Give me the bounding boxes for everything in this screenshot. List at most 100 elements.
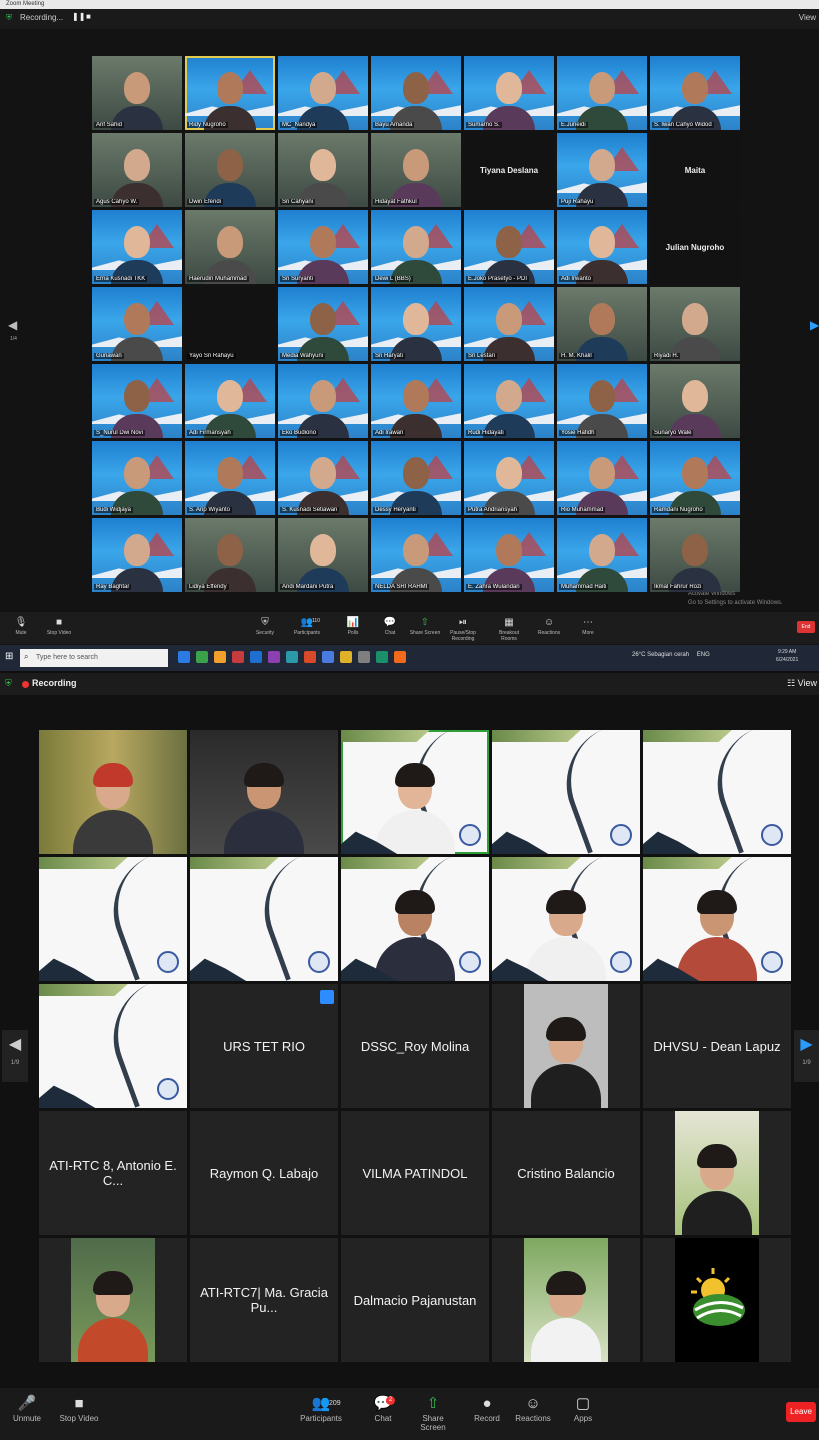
taskbar-app-icon[interactable]: [196, 651, 208, 663]
taskbar-app-icon[interactable]: [178, 651, 190, 663]
toolbar-chat-button[interactable]: 💬 Chat 2: [360, 1394, 406, 1423]
participant-tile[interactable]: Sri Suryanti: [278, 210, 368, 284]
toolbar-stop-video-button[interactable]: ■ Stop Video: [42, 616, 76, 636]
toolbar-participants-button[interactable]: 👥 Participants 209: [298, 1394, 344, 1423]
participant-tile[interactable]: Bayu Amanda: [371, 56, 461, 130]
participant-tile[interactable]: Agus Cahyo W.: [92, 133, 182, 207]
toolbar-apps-button[interactable]: ▢ Apps: [560, 1394, 606, 1423]
participant-tile[interactable]: URS TET RIO: [190, 984, 338, 1108]
participant-tile[interactable]: ATI-RTC7| Ma. Gracia Pu...: [190, 1238, 338, 1362]
participant-tile[interactable]: Gunawan: [92, 287, 182, 361]
participant-tile[interactable]: Sumarno S.: [464, 56, 554, 130]
toolbar-security-button[interactable]: ⛨ Security: [248, 616, 282, 636]
participant-tile[interactable]: Sunaryo Wale: [650, 364, 740, 438]
windows-start-icon[interactable]: ⊞: [5, 651, 13, 662]
participant-tile[interactable]: S. Kusnadi Setiawan: [278, 441, 368, 515]
participant-tile[interactable]: VILMA PATINDOL: [341, 1111, 489, 1235]
participant-tile[interactable]: Rudi Hidayati: [464, 364, 554, 438]
participant-tile[interactable]: Ramdani Nugroho: [650, 441, 740, 515]
participant-tile[interactable]: Julian Nugroho: [650, 210, 740, 284]
participant-tile[interactable]: Lidiya Effendy: [185, 518, 275, 592]
participant-tile[interactable]: ATI-RTC 8, Antonio E. C...: [39, 1111, 187, 1235]
participant-tile[interactable]: Dewi L (BBS): [371, 210, 461, 284]
participant-tile[interactable]: Budi Widjaya: [92, 441, 182, 515]
taskbar-app-icon[interactable]: [322, 651, 334, 663]
participant-tile[interactable]: [39, 984, 187, 1108]
taskbar-app-icon[interactable]: [214, 651, 226, 663]
toolbar-pause-stop-recording-button[interactable]: ⏯ Pause/Stop Recording: [446, 616, 480, 642]
participant-tile[interactable]: [39, 857, 187, 981]
participant-tile[interactable]: NELDA SRI RAHMI: [371, 518, 461, 592]
participant-tile[interactable]: S_Nurul Dwi Novi: [92, 364, 182, 438]
participant-tile[interactable]: Dalmacio Pajanustan: [341, 1238, 489, 1362]
next-page-button[interactable]: ▶ 1/9: [794, 1030, 819, 1082]
participant-tile[interactable]: Yayo Sri Rahayu: [185, 287, 275, 361]
participant-tile[interactable]: Dwin Efendi: [185, 133, 275, 207]
taskbar-app-icon[interactable]: [376, 651, 388, 663]
taskbar-app-icon[interactable]: [304, 651, 316, 663]
taskbar-app-icon[interactable]: [340, 651, 352, 663]
participant-tile[interactable]: Adi Irawan: [371, 364, 461, 438]
prev-page-button[interactable]: ◀ 1/9: [2, 1030, 28, 1082]
participant-tile[interactable]: Ray Baghtar: [92, 518, 182, 592]
participant-tile[interactable]: [341, 857, 489, 981]
participant-tile[interactable]: Dessy Heryanti: [371, 441, 461, 515]
participant-tile[interactable]: S. Arip Wiyanto: [185, 441, 275, 515]
participant-tile[interactable]: [643, 857, 791, 981]
leave-button[interactable]: Leave: [786, 1402, 816, 1422]
participant-tile[interactable]: [39, 730, 187, 854]
next-page-arrow[interactable]: ▶: [810, 318, 819, 332]
toolbar-record-button[interactable]: ● Record: [464, 1394, 510, 1423]
participant-tile[interactable]: S. Iwan Cahyo Widod: [650, 56, 740, 130]
participant-tile[interactable]: Adi Irwanto: [557, 210, 647, 284]
toolbar-participants-button[interactable]: 👥 Participants 110: [290, 616, 324, 636]
view-button[interactable]: ☷ View: [787, 678, 817, 689]
participant-tile[interactable]: Ikmal Fahrur Rozi: [650, 518, 740, 592]
participant-tile[interactable]: [492, 1238, 640, 1362]
end-meeting-button[interactable]: End: [797, 621, 815, 633]
toolbar-chat-button[interactable]: 💬 Chat: [373, 616, 407, 636]
toolbar-unmute-button[interactable]: 🎤 Unmute: [4, 1394, 50, 1423]
participant-tile[interactable]: [643, 1111, 791, 1235]
participant-tile[interactable]: Media Wahyuni: [278, 287, 368, 361]
taskbar-app-icon[interactable]: [286, 651, 298, 663]
participant-tile[interactable]: Erna Kusnadi TKK: [92, 210, 182, 284]
participant-tile[interactable]: Sri Cahyani: [278, 133, 368, 207]
taskbar-app-icon[interactable]: [268, 651, 280, 663]
participant-tile[interactable]: Andi Mardani Putra: [278, 518, 368, 592]
participant-tile[interactable]: DHVSU - Dean Lapuz: [643, 984, 791, 1108]
participant-tile[interactable]: [341, 730, 489, 854]
participant-tile[interactable]: [643, 1238, 791, 1362]
participant-tile[interactable]: Tiyana Deslana: [464, 133, 554, 207]
participant-tile[interactable]: E.Joko Prasetyo - PDI: [464, 210, 554, 284]
toolbar-polls-button[interactable]: 📊 Polls: [336, 616, 370, 636]
participant-tile[interactable]: Muhammad Haiti: [557, 518, 647, 592]
language-label[interactable]: ENG: [697, 652, 710, 658]
view-button[interactable]: View: [799, 13, 816, 22]
participant-tile[interactable]: Sri Haryati: [371, 287, 461, 361]
participant-tile[interactable]: Riyadi H.: [650, 287, 740, 361]
participant-tile[interactable]: Rio Muhammad: [557, 441, 647, 515]
taskbar-app-icon[interactable]: [358, 651, 370, 663]
participant-tile[interactable]: DSSC_Roy Molina: [341, 984, 489, 1108]
prev-page-arrow[interactable]: ◀: [8, 318, 17, 332]
toolbar-reactions-button[interactable]: ☺ Reactions: [510, 1394, 556, 1423]
participant-tile[interactable]: [190, 730, 338, 854]
participant-tile[interactable]: H. M. Khalil: [557, 287, 647, 361]
toolbar-share-screen-button[interactable]: ⇧ Share Screen: [408, 616, 442, 636]
participant-tile[interactable]: [39, 1238, 187, 1362]
toolbar-share-screen-button[interactable]: ⇧ Share Screen: [410, 1394, 456, 1432]
toolbar-stop-video-button[interactable]: ■ Stop Video: [56, 1394, 102, 1423]
taskbar-app-icon[interactable]: [232, 651, 244, 663]
toolbar-breakout-rooms-button[interactable]: ▦ Breakout Rooms: [492, 616, 526, 642]
taskbar-search-input[interactable]: Type here to search: [20, 649, 168, 667]
participant-tile[interactable]: Arif Sahid: [92, 56, 182, 130]
participant-tile[interactable]: [190, 857, 338, 981]
participant-tile[interactable]: Ridy Nugroho: [185, 56, 275, 130]
taskbar-app-icon[interactable]: [250, 651, 262, 663]
participant-tile[interactable]: Maita: [650, 133, 740, 207]
participant-tile[interactable]: Adi Firmansyah: [185, 364, 275, 438]
participant-tile[interactable]: [492, 984, 640, 1108]
pause-recording-icon[interactable]: ❚❚: [72, 12, 85, 21]
participant-tile[interactable]: [643, 730, 791, 854]
